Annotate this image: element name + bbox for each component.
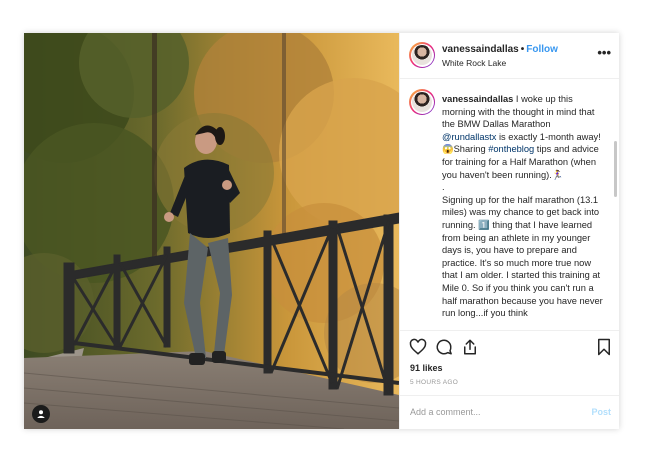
post-photo[interactable] [24,33,399,429]
action-bar: 91 likes 5 HOURS AGO [400,330,619,391]
caption-paragraph-2: Signing up for the half marathon (13.1 m… [442,194,603,319]
separator-dot: • [520,44,525,55]
heart-icon[interactable] [409,338,427,361]
follow-button[interactable]: Follow [526,44,558,55]
instagram-post-card: vanessaindallas • Follow White Rock Lake •… [24,33,619,429]
post-button[interactable]: Post [591,407,611,417]
share-icon[interactable] [461,338,479,361]
comment-input[interactable]: Add a comment... [410,407,481,417]
post-header: vanessaindallas • Follow White Rock Lake •… [400,33,619,79]
caption-dot: . [442,182,445,193]
location-link[interactable]: White Rock Lake [442,58,506,68]
more-options-icon[interactable]: ••• [597,45,611,60]
add-comment-bar: Add a comment... Post [400,395,619,429]
post-sidebar: vanessaindallas • Follow White Rock Lake •… [399,33,619,429]
mention-link[interactable]: @rundallastx [442,132,496,142]
hashtag-link[interactable]: #ontheblog [488,144,534,154]
comment-icon[interactable] [435,338,453,361]
avatar[interactable] [409,42,435,68]
caption-text: vanessaindallas I woke up this morning w… [442,93,604,320]
caption-username[interactable]: vanessaindallas [442,94,513,104]
caption-avatar[interactable] [409,89,435,115]
user-tag-icon[interactable] [32,405,50,423]
photo-scene [24,33,399,429]
post-timestamp[interactable]: 5 HOURS AGO [410,379,458,386]
caption-section: vanessaindallas I woke up this morning w… [400,79,619,329]
scrollbar[interactable] [614,141,617,197]
bookmark-icon[interactable] [596,338,612,361]
likes-count[interactable]: 91 likes [410,363,443,373]
username-link[interactable]: vanessaindallas [442,44,519,55]
